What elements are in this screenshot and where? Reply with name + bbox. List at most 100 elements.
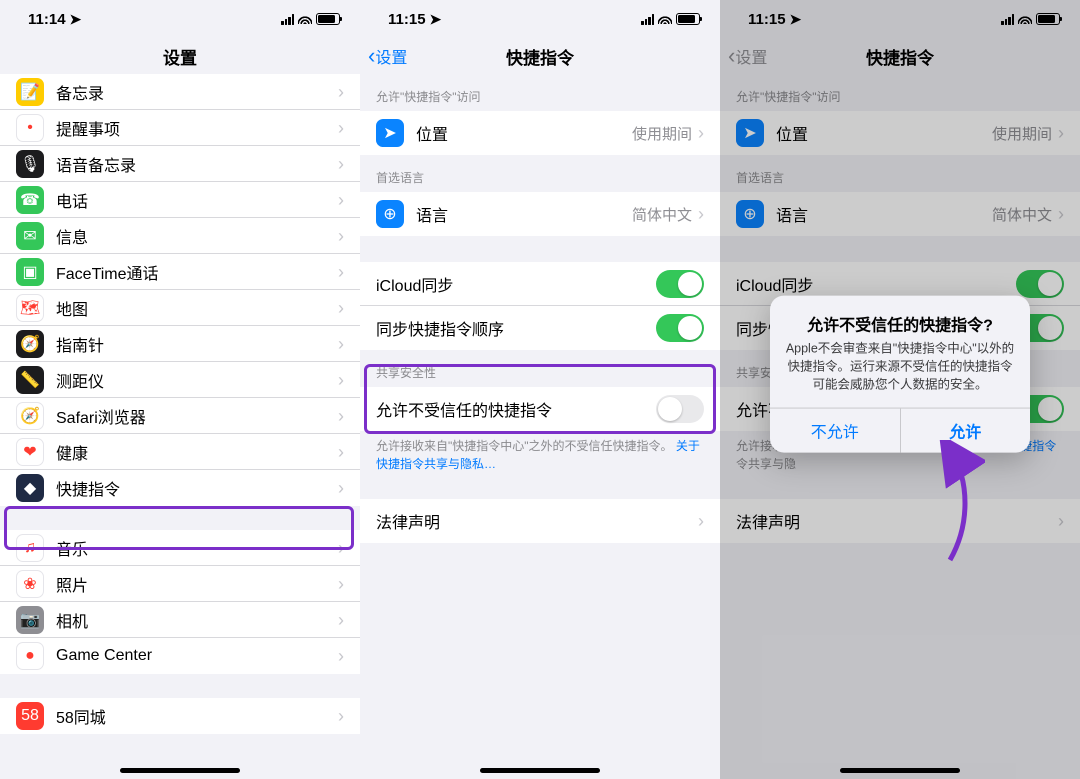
untrusted-footer: 允许接收来自"快捷指令中心"之外的不受信任快捷指令。 关于快捷指令共享与隐私… [360,431,720,473]
chevron-right-icon: › [338,479,344,497]
settings-row[interactable]: ❀照片› [0,566,360,602]
home-indicator [480,768,600,773]
chevron-right-icon: › [338,707,344,725]
chevron-right-icon: › [338,119,344,137]
nav-header: 设置 [0,38,360,74]
app-icon: 📏 [16,366,44,394]
chevron-right-icon: › [338,647,344,665]
row-label: Safari浏览器 [56,404,338,428]
app-icon: 58 [16,702,44,730]
app-icon: 🗺 [16,294,44,322]
toggle-untrusted[interactable] [656,395,704,423]
legal-row[interactable]: 法律声明 › [360,499,720,543]
settings-row[interactable]: 🧭指南针› [0,326,360,362]
app-icon: ✉ [16,222,44,250]
signal-icon [641,14,654,25]
row-label: 提醒事项 [56,116,338,140]
settings-row[interactable]: 🎙语音备忘录› [0,146,360,182]
page-title: 快捷指令 [506,44,574,69]
language-row[interactable]: ⊕ 语言 简体中文 › [360,192,720,236]
app-icon: ▣ [16,258,44,286]
settings-row[interactable]: •提醒事项› [0,110,360,146]
settings-row[interactable]: 🧭Safari浏览器› [0,398,360,434]
row-label: 健康 [56,440,338,464]
alert-allow-button[interactable]: 允许 [900,408,1031,452]
chevron-right-icon: › [338,155,344,173]
section-access: 允许"快捷指令"访问 [360,74,720,111]
alert-message: Apple不会审查来自"快捷指令中心"以外的快捷指令。运行来源不受信任的快捷指令… [784,339,1016,393]
row-label: 58同城 [56,704,338,728]
settings-row[interactable]: ☎ 电话› [0,182,360,218]
home-indicator [840,768,960,773]
alert-title: 允许不受信任的快捷指令? [784,311,1016,335]
screen-shortcuts-alert: 11:15 ➤ ‹ 设置 快捷指令 允许"快捷指令"访问 ➤ 位置 使用期间 ›… [720,0,1080,779]
chevron-right-icon: › [698,124,704,142]
chevron-right-icon: › [338,335,344,353]
row-label: 相机 [56,608,338,632]
settings-row[interactable]: ♫音乐› [0,530,360,566]
alert-deny-button[interactable]: 不允许 [770,408,900,452]
chevron-right-icon: › [338,575,344,593]
app-icon: 📷 [16,606,44,634]
toggle-sync-order[interactable] [656,314,704,342]
chevron-right-icon: › [698,205,704,223]
app-icon: 🎙 [16,150,44,178]
row-label: 快捷指令 [56,476,338,500]
app-icon: 📝 [16,78,44,106]
row-label: 电话 [56,188,338,212]
wifi-icon [298,11,312,27]
chevron-left-icon: ‹ [368,45,375,67]
chevron-right-icon: › [338,371,344,389]
settings-row[interactable]: 📝备忘录› [0,74,360,110]
settings-row[interactable]: ● Game Center› [0,638,360,674]
screen-settings-root: 11:14 ➤ 设置 📝备忘录›•提醒事项›🎙语音备忘录›☎电话›✉信息›▣Fa… [0,0,360,779]
icloud-sync-row[interactable]: iCloud同步 [360,262,720,306]
app-icon: ♫ [16,534,44,562]
section-sharing: 共享安全性 [360,350,720,387]
nav-header: ‹ 设置 快捷指令 [360,38,720,74]
row-label: Game Center [56,647,338,665]
screen-shortcuts-settings: 11:15 ➤ ‹ 设置 快捷指令 允许"快捷指令"访问 ➤ 位置 使用期间 ›… [360,0,720,779]
section-language: 首选语言 [360,155,720,192]
app-icon: ◆ [16,474,44,502]
chevron-right-icon: › [338,443,344,461]
row-label: 照片 [56,572,338,596]
settings-row[interactable]: 🗺地图› [0,290,360,326]
settings-row[interactable]: 58 58同城› [0,698,360,734]
location-row[interactable]: ➤ 位置 使用期间 › [360,111,720,155]
location-icon: ➤ [70,11,82,28]
settings-row[interactable]: ◆ 快捷指令› [0,470,360,506]
settings-row[interactable]: 📏 测距仪› [0,362,360,398]
row-label: 音乐 [56,536,338,560]
chevron-right-icon: › [338,611,344,629]
app-icon: ❤ [16,438,44,466]
home-indicator [120,768,240,773]
chevron-right-icon: › [338,191,344,209]
location-arrow-icon: ➤ [376,119,404,147]
app-icon: 🧭 [16,402,44,430]
untrusted-row[interactable]: 允许不受信任的快捷指令 [360,387,720,431]
chevron-right-icon: › [698,512,704,530]
row-label: 地图 [56,296,338,320]
signal-icon [281,14,294,25]
app-icon: ☎ [16,186,44,214]
row-label: 备忘录 [56,80,338,104]
battery-icon [676,13,700,25]
row-label: FaceTime通话 [56,260,338,284]
settings-row[interactable]: 📷 相机› [0,602,360,638]
row-label: 信息 [56,224,338,248]
toggle-icloud[interactable] [656,270,704,298]
status-bar: 11:14 ➤ [0,0,360,38]
page-title: 设置 [163,44,197,69]
settings-row[interactable]: ✉ 信息› [0,218,360,254]
battery-icon [316,13,340,25]
back-button[interactable]: ‹ 设置 [368,38,407,74]
sync-order-row[interactable]: 同步快捷指令顺序 [360,306,720,350]
settings-row[interactable]: ❤ 健康› [0,434,360,470]
settings-row[interactable]: ▣FaceTime通话› [0,254,360,290]
wifi-icon [658,11,672,27]
chevron-right-icon: › [338,227,344,245]
app-icon: 🧭 [16,330,44,358]
row-label: 测距仪 [56,368,338,392]
app-icon: ● [16,642,44,670]
